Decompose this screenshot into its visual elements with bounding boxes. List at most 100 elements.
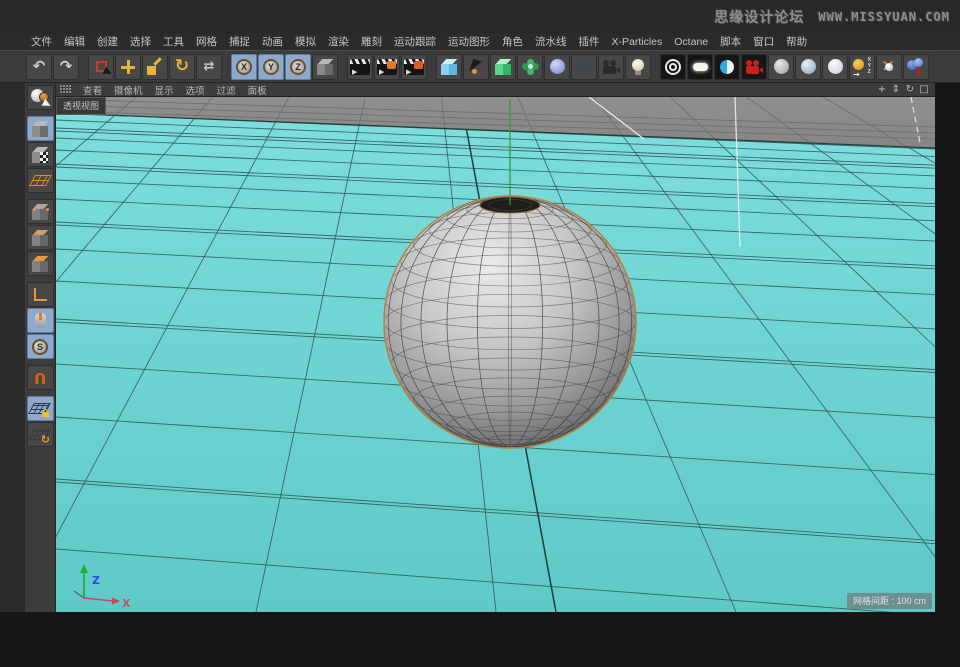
lock-z-axis-button[interactable]: Z (285, 54, 311, 80)
octane-scatter-button[interactable]: × (876, 54, 902, 80)
texture-mode-icon (28, 143, 53, 166)
viewport-menu-3[interactable]: 显示 (149, 83, 180, 97)
live-selection-button[interactable] (88, 54, 114, 80)
workplane-mode-button[interactable] (27, 168, 54, 193)
add-primitive-button[interactable] (436, 54, 462, 80)
menu-item-20[interactable]: 窗口 (748, 34, 779, 49)
enable-axis-button[interactable] (27, 282, 54, 307)
octane-camera-button[interactable] (741, 54, 767, 80)
render-settings-button[interactable]: ▶ (374, 54, 400, 80)
lock-workplane-button[interactable] (27, 396, 54, 421)
material-specular-button[interactable] (822, 54, 848, 80)
menu-item-3[interactable]: 创建 (92, 34, 123, 49)
align-workplane-button[interactable]: ↻ (27, 422, 54, 447)
render-view-button[interactable]: ▶ (347, 54, 373, 80)
material-diffuse-button[interactable] (768, 54, 794, 80)
grid-spacing-label: 网格间距 : 100 cm (847, 593, 932, 609)
menu-item-2[interactable]: 编辑 (59, 34, 90, 49)
menu-item-19[interactable]: 脚本 (715, 34, 746, 49)
rotate-tool-icon: ↻ (170, 55, 194, 79)
left-margin (0, 83, 25, 612)
octane-target-button[interactable] (660, 54, 686, 80)
viewport-menu-bar: 查看摄像机显示选项过滤面板 +⇕↻□ (56, 83, 935, 97)
viewport-rotate-icon[interactable]: ↻ (903, 84, 917, 95)
last-tool-button[interactable]: ⇄ (196, 54, 222, 80)
coordinate-system-button[interactable] (312, 54, 338, 80)
redo-button[interactable]: ↷ (53, 54, 79, 80)
xyz-helper-button[interactable]: XYZ→ (849, 54, 875, 80)
viewport-menu-1[interactable]: 查看 (77, 83, 108, 97)
octane-scatter-icon: × (877, 55, 901, 79)
render-queue-button[interactable]: ▶ (401, 54, 427, 80)
draw-spline-icon (464, 55, 488, 79)
octane-hdri-button[interactable] (714, 54, 740, 80)
snap-toggle-button[interactable]: S (27, 334, 54, 359)
move-tool-button[interactable] (115, 54, 141, 80)
panel-drag-handle-icon[interactable] (60, 85, 74, 95)
viewport-zoom-icon[interactable]: ⇕ (889, 84, 903, 95)
menu-item-5[interactable]: 工具 (158, 34, 189, 49)
menu-item-17[interactable]: X-Particles (607, 36, 668, 48)
viewport-menu-2[interactable]: 摄像机 (108, 83, 149, 97)
viewport-menu-5[interactable]: 过滤 (211, 83, 242, 97)
scale-tool-button[interactable] (142, 54, 168, 80)
make-editable-button[interactable] (27, 85, 54, 110)
snap-toggle-icon: S (28, 335, 53, 358)
menu-item-14[interactable]: 角色 (497, 34, 528, 49)
live-selection-icon (89, 55, 113, 79)
menu-item-10[interactable]: 渲染 (323, 34, 354, 49)
menu-item-1[interactable]: 文件 (26, 34, 57, 49)
material-glossy-button[interactable] (795, 54, 821, 80)
texture-mode-button[interactable] (27, 142, 54, 167)
points-mode-button[interactable] (27, 199, 54, 224)
export-object-icon: ↓ (904, 55, 928, 79)
draw-spline-button[interactable] (463, 54, 489, 80)
add-mograph-button[interactable] (517, 54, 543, 80)
undo-button[interactable]: ↶ (26, 54, 52, 80)
add-light-button[interactable] (625, 54, 651, 80)
menu-item-6[interactable]: 网格 (191, 34, 222, 49)
menu-item-11[interactable]: 雕刻 (356, 34, 387, 49)
menu-item-16[interactable]: 插件 (574, 34, 605, 49)
enable-axis-icon (28, 283, 53, 306)
watermark-url: WWW.MISSYUAN.COM (818, 10, 950, 24)
viewport-maximize-icon[interactable]: □ (917, 84, 931, 95)
menu-item-4[interactable]: 选择 (125, 34, 156, 49)
lock-y-axis-button[interactable]: Y (258, 54, 284, 80)
view-label[interactable]: 透视视图 (56, 97, 106, 115)
viewport-pan-icon[interactable]: + (875, 84, 889, 95)
menu-item-18[interactable]: Octane (669, 36, 713, 48)
viewport-menu-4[interactable]: 选项 (180, 83, 211, 97)
octane-arealight-button[interactable] (687, 54, 713, 80)
polygons-mode-icon (28, 252, 53, 275)
edges-mode-button[interactable] (27, 225, 54, 250)
bottom-margin (0, 612, 960, 667)
menu-item-9[interactable]: 模拟 (290, 34, 321, 49)
add-deformer-button[interactable] (544, 54, 570, 80)
viewport-menu-6[interactable]: 面板 (242, 83, 273, 97)
export-object-button[interactable]: ↓ (903, 54, 929, 80)
octane-hdri-icon (715, 55, 739, 79)
menu-item-13[interactable]: 运动图形 (443, 34, 495, 49)
add-environment-button[interactable] (571, 54, 597, 80)
menu-item-15[interactable]: 流水线 (530, 34, 572, 49)
lock-z-axis-icon: Z (286, 55, 310, 79)
menu-item-12[interactable]: 运动跟踪 (389, 34, 441, 49)
polygons-mode-button[interactable] (27, 251, 54, 276)
menu-item-21[interactable]: 帮助 (781, 34, 812, 49)
points-mode-icon (28, 200, 53, 223)
magnet-snap-button[interactable]: U (27, 365, 54, 390)
menu-item-8[interactable]: 动画 (257, 34, 288, 49)
xyz-helper-icon: XYZ→ (850, 55, 874, 79)
add-generator-button[interactable] (490, 54, 516, 80)
lock-x-axis-button[interactable]: X (231, 54, 257, 80)
last-tool-icon: ⇄ (197, 55, 221, 79)
viewport-solo-button[interactable] (27, 308, 54, 333)
mode-sidebar: SU ↻ (25, 83, 56, 612)
viewport-3d-view[interactable]: ZX 透视视图 网格间距 : 100 cm (56, 97, 935, 612)
rotate-tool-button[interactable]: ↻ (169, 54, 195, 80)
viewport-panel: 查看摄像机显示选项过滤面板 +⇕↻□ ZX 透视视图 网格间距 : 100 cm (56, 83, 935, 612)
model-mode-button[interactable] (27, 116, 54, 141)
add-camera-button[interactable] (598, 54, 624, 80)
menu-item-7[interactable]: 捕捉 (224, 34, 255, 49)
